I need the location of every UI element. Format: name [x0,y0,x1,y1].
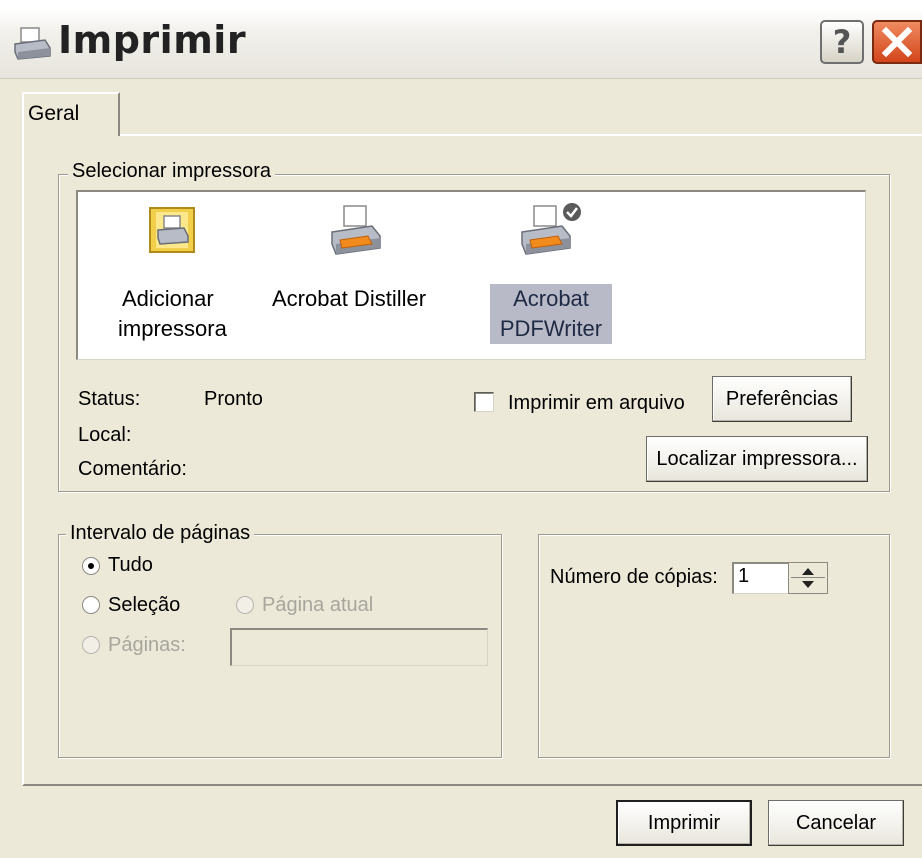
printer-label-add-line1: Adicionar [122,286,214,311]
close-button[interactable] [872,20,922,64]
radio-pages-label[interactable]: Páginas: [108,634,186,657]
select-printer-legend: Selecionar impressora [68,160,275,183]
pages-input[interactable] [230,628,488,666]
tab-geral[interactable]: Geral [22,92,120,136]
spin-up-icon[interactable] [802,568,814,575]
copies-stepper[interactable] [788,562,828,594]
copies-label: Número de cópias: [550,566,718,588]
printer-label-distiller: Acrobat Distiller [272,286,427,311]
radio-current-page[interactable] [236,596,254,614]
print-button[interactable]: Imprimir [616,800,752,846]
radio-current-page-label[interactable]: Página atual [262,594,373,617]
tab-label: Geral [28,102,80,125]
location-label: Local: [78,424,132,446]
acrobat-pdfwriter-printer-icon [518,200,588,268]
print-to-file-label[interactable]: Imprimir em arquivo [508,392,685,415]
preferences-button[interactable]: Preferências [712,376,852,422]
radio-all-label[interactable]: Tudo [108,554,153,577]
status-value: Pronto [204,388,263,410]
radio-all[interactable] [82,557,100,575]
radio-selection[interactable] [82,596,100,614]
question-mark-icon: ? [832,23,852,61]
radio-pages[interactable] [82,636,100,654]
print-dialog: Imprimir ? Geral Selecionar impressora A… [0,0,922,858]
printer-list[interactable]: Adicionar impressora Acrobat Distiller A… [76,190,866,360]
add-printer-icon [148,206,198,264]
find-printer-button[interactable]: Localizar impressora... [646,436,868,482]
comment-label: Comentário: [78,458,187,480]
printer-label-pdfwriter-line1: Acrobat [490,284,612,314]
printer-label-pdfwriter-line2: PDFWriter [490,314,612,344]
page-range-legend: Intervalo de páginas [66,522,255,545]
close-icon [881,26,913,58]
radio-selection-label[interactable]: Seleção [108,594,180,617]
title-bar[interactable]: Imprimir ? [0,0,922,79]
help-button[interactable]: ? [820,20,864,64]
printer-item-add[interactable]: Adicionar impressora Acrobat Distiller A… [78,192,868,362]
copies-input[interactable]: 1 [732,562,790,594]
cancel-button[interactable]: Cancelar [768,800,904,846]
print-to-file-checkbox[interactable] [474,392,494,412]
acrobat-distiller-printer-icon [328,204,384,268]
spin-divider [791,577,825,578]
printer-label-add-line2: impressora [118,316,227,341]
status-label: Status: [78,388,141,410]
spin-down-icon[interactable] [802,581,814,588]
window-title: Imprimir [58,18,247,62]
printer-icon [12,26,52,62]
